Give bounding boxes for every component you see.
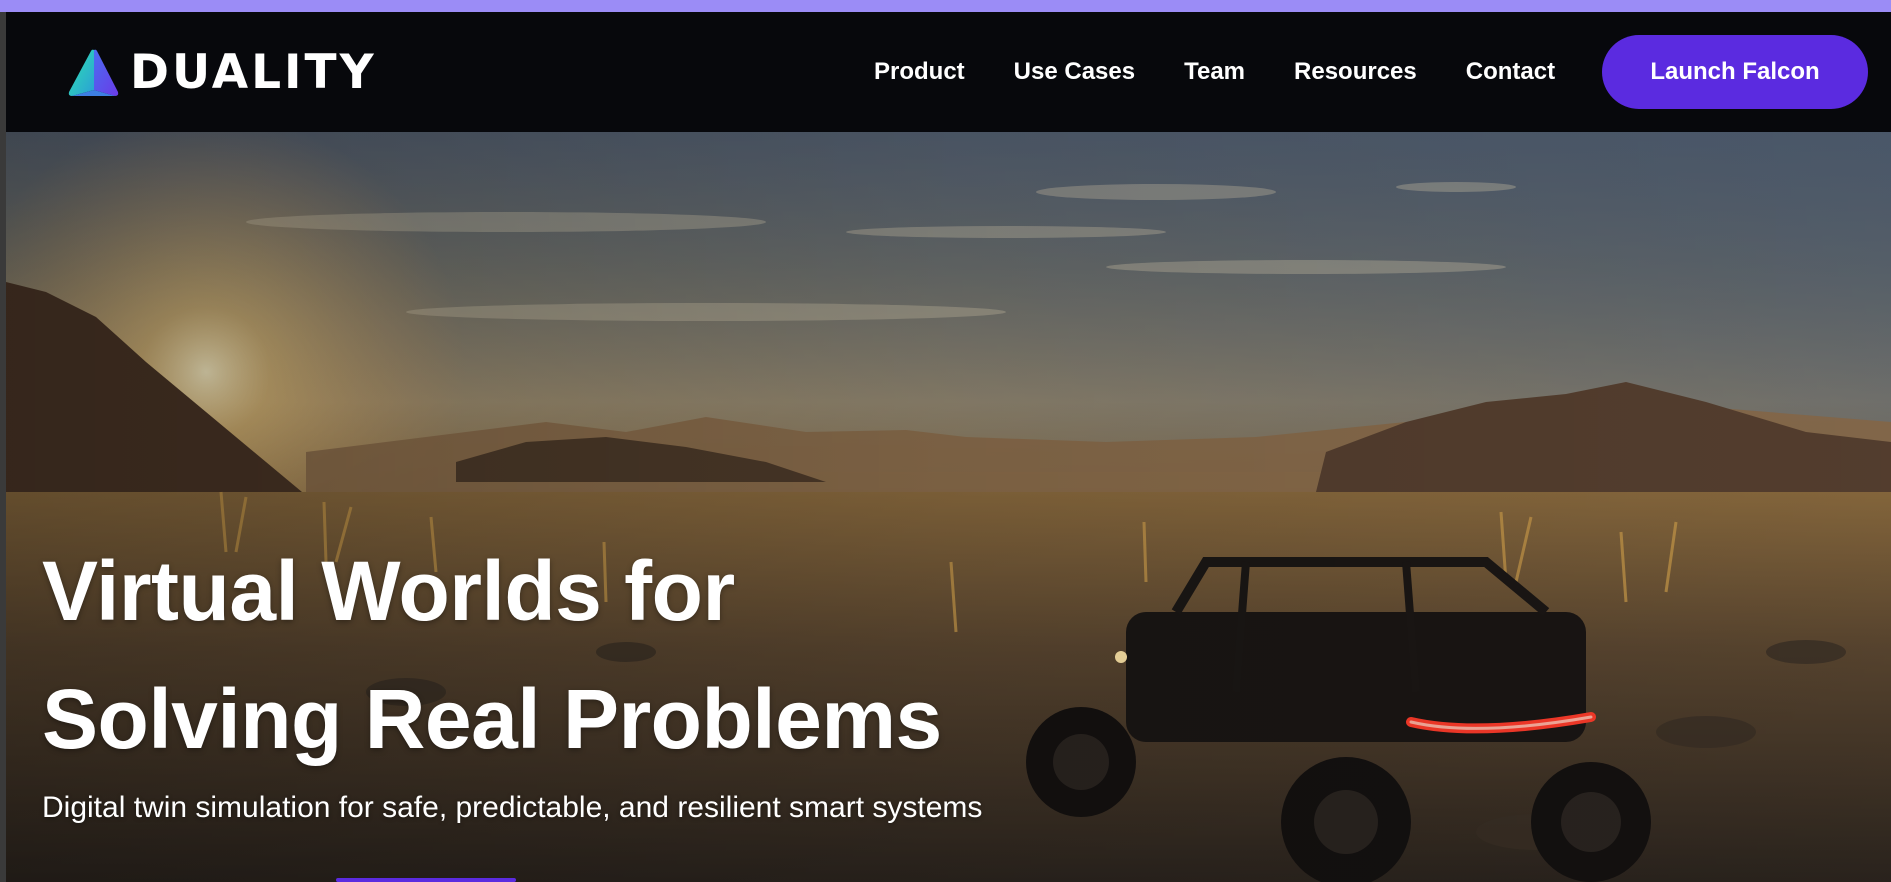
nav-resources[interactable]: Resources (1294, 56, 1417, 88)
nav-contact[interactable]: Contact (1466, 56, 1555, 88)
main-nav: Product Use Cases Team Resources Contact (874, 56, 1555, 88)
duality-prism-logo-icon (68, 49, 119, 96)
hero-headline-line-1: Virtual Worlds for (42, 544, 735, 638)
hero-subtitle: Digital twin simulation for safe, predic… (42, 791, 983, 824)
nav-team[interactable]: Team (1184, 56, 1245, 88)
site-header: DUALITY Product Use Cases Team Resources… (6, 12, 1891, 132)
brand-name: DUALITY (130, 45, 377, 100)
top-accent-strip (0, 0, 1891, 12)
brand-logo[interactable]: DUALITY (66, 48, 377, 98)
scroll-accent-bar (336, 878, 516, 882)
hero-section: Virtual Worlds for Solving Real Problems… (6, 132, 1891, 882)
nav-use-cases[interactable]: Use Cases (1014, 56, 1135, 88)
launch-falcon-button[interactable]: Launch Falcon (1602, 35, 1868, 109)
nav-product[interactable]: Product (874, 56, 965, 88)
hero-headline-line-2: Solving Real Problems (42, 672, 942, 766)
hero-headline: Virtual Worlds for Solving Real Problems (42, 527, 942, 783)
